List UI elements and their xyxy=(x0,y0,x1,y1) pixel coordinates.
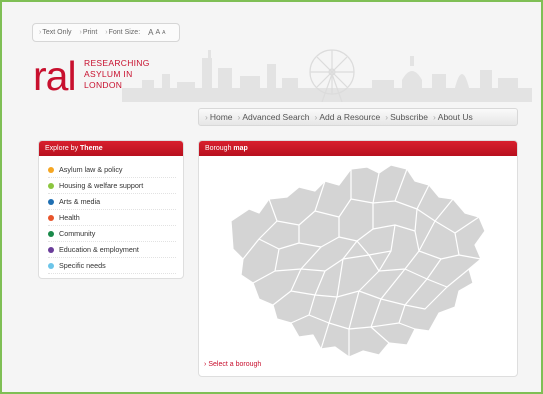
theme-item-education[interactable]: Education & employment xyxy=(48,242,176,258)
theme-dot-icon xyxy=(48,230,54,237)
nav-item-advanced-search[interactable]: › Advanced Search xyxy=(238,112,310,122)
page-frame: ›Text Only ›Print ›Font Size: A A A ral … xyxy=(0,0,543,394)
utility-bar: ›Text Only ›Print ›Font Size: A A A xyxy=(32,23,180,42)
theme-dot-icon xyxy=(48,262,54,269)
print-link[interactable]: ›Print xyxy=(80,29,102,36)
font-size-medium[interactable]: A xyxy=(155,29,160,36)
nav-item-add-resource[interactable]: › Add a Resource xyxy=(314,112,380,122)
london-borough-map[interactable] xyxy=(229,159,489,359)
logo-mark[interactable]: ral xyxy=(33,56,77,97)
nav-item-home[interactable]: › Home xyxy=(205,112,233,122)
theme-item-specific-needs[interactable]: Specific needs xyxy=(48,258,176,274)
theme-dot-icon xyxy=(48,198,54,205)
borough-map-panel: Borough map › Select a borough xyxy=(198,140,518,377)
logo-title: RESEARCHING ASYLUM IN LONDON xyxy=(84,58,150,91)
theme-dot-icon xyxy=(48,214,54,221)
theme-item-arts-media[interactable]: Arts & media xyxy=(48,194,176,210)
main-nav: › Home › Advanced Search › Add a Resource ›… xyxy=(198,108,518,126)
theme-dot-icon xyxy=(48,246,54,253)
select-borough-link[interactable]: › Select a borough xyxy=(204,361,261,368)
theme-list: Asylum law & policy Housing & welfare su… xyxy=(39,156,183,274)
font-size-large[interactable]: A xyxy=(162,30,165,36)
theme-item-asylum-law[interactable]: Asylum law & policy xyxy=(48,162,176,178)
nav-item-about-us[interactable]: › About Us xyxy=(433,112,473,122)
nav-item-subscribe[interactable]: › Subscribe xyxy=(385,112,428,122)
map-panel-header: Borough map xyxy=(199,141,517,156)
theme-panel-header: Explore by Theme xyxy=(39,141,183,156)
text-only-link[interactable]: ›Text Only xyxy=(39,29,76,36)
logo-line: ASYLUM IN xyxy=(84,69,133,79)
theme-panel: Explore by Theme Asylum law & policy Hou… xyxy=(38,140,184,279)
logo-line: LONDON xyxy=(84,80,123,90)
font-size-small[interactable]: A xyxy=(148,28,153,37)
theme-item-community[interactable]: Community xyxy=(48,226,176,242)
theme-item-housing[interactable]: Housing & welfare support xyxy=(48,178,176,194)
theme-item-health[interactable]: Health xyxy=(48,210,176,226)
london-skyline-image xyxy=(122,49,532,102)
theme-dot-icon xyxy=(48,166,54,173)
theme-dot-icon xyxy=(48,182,54,189)
logo-line: RESEARCHING xyxy=(84,58,150,68)
font-size-control: ›Font Size: xyxy=(105,29,141,36)
